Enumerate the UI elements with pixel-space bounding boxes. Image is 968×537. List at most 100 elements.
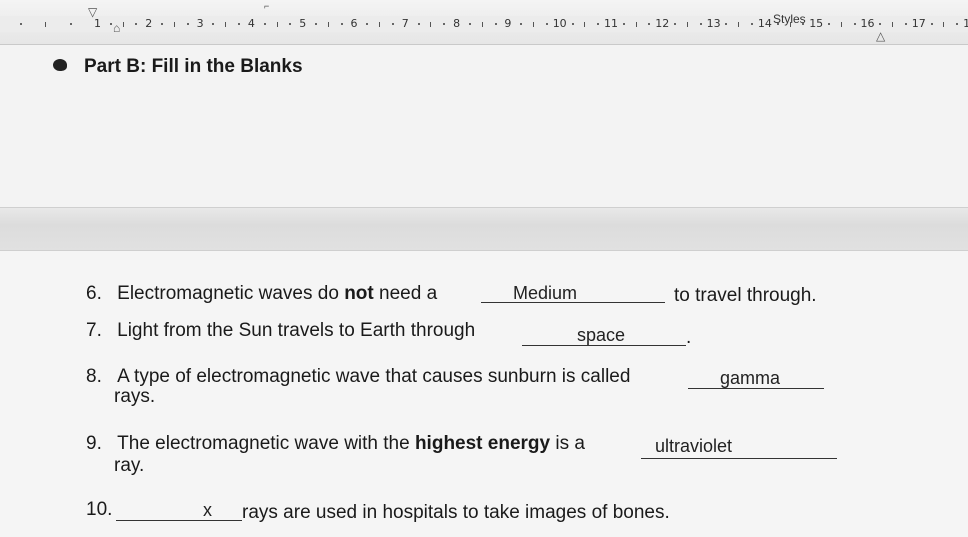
ruler-dot — [699, 23, 702, 25]
ruler-tick — [481, 22, 483, 27]
ruler-dot — [340, 23, 343, 25]
ruler-dot — [776, 23, 779, 25]
ruler-tick — [840, 22, 842, 27]
question-text: . — [686, 327, 692, 348]
ruler-dot — [648, 23, 651, 25]
answer-text[interactable]: gamma — [720, 368, 780, 389]
question-text: to travel through. — [674, 285, 817, 306]
ruler-number: 14 — [757, 17, 772, 30]
question-text: is a — [550, 433, 585, 454]
question-number: 7. — [86, 320, 102, 341]
ruler-dot — [443, 23, 446, 25]
ruler-dot — [520, 23, 523, 25]
ruler-dot — [828, 23, 831, 25]
ruler-number: 5 — [299, 17, 307, 30]
question-number: 6. — [86, 283, 102, 304]
ruler-dot — [751, 23, 754, 25]
answer-text[interactable]: x — [203, 500, 212, 521]
question-text: Light from the Sun travels to Earth thro… — [117, 320, 476, 341]
ruler-dot — [161, 23, 164, 25]
ruler-dot — [956, 23, 959, 25]
ruler-dot — [597, 23, 600, 25]
question-text: ray. — [114, 455, 145, 476]
ruler-dot — [212, 23, 215, 25]
answer-text[interactable]: space — [577, 325, 625, 346]
ruler-dot — [802, 23, 805, 25]
question-number: 10. — [86, 499, 113, 520]
ruler-tick — [225, 22, 227, 27]
ruler-tick — [379, 22, 381, 27]
ruler-number: 13 — [706, 17, 721, 30]
ruler-number: 3 — [196, 17, 204, 30]
question-text: rays are used in hospitals to take image… — [242, 502, 670, 523]
ruler-tick — [430, 22, 432, 27]
question-text: Electromagnetic waves do — [117, 283, 345, 304]
question-text: The electromagnetic wave with the — [117, 433, 415, 454]
ruler-dot — [930, 23, 933, 25]
question-8[interactable]: 8. A type of electromagnetic wave that c… — [86, 366, 630, 388]
ruler-number: 16 — [860, 17, 875, 30]
right-indent-icon[interactable]: △ — [876, 30, 885, 42]
ruler-dot — [263, 23, 266, 25]
ruler-tick — [738, 22, 740, 27]
ruler-tick — [173, 22, 175, 27]
question-9[interactable]: 9. The electromagnetic wave with the hig… — [86, 433, 585, 455]
ruler-number: 11 — [604, 17, 618, 30]
ruler-number: 1 — [94, 17, 101, 30]
ruler-number: 18 — [963, 17, 968, 30]
ruler-dot — [725, 23, 728, 25]
ruler-number: 17 — [911, 17, 926, 30]
ruler-dot — [545, 23, 548, 25]
question-bold-text: not — [344, 283, 374, 304]
question-text: rays. — [114, 386, 156, 407]
ruler-dot — [20, 23, 22, 25]
ruler-dot — [468, 23, 471, 25]
ruler-dot — [366, 23, 369, 25]
ruler-number: 6 — [350, 17, 358, 30]
ruler-dot — [674, 23, 677, 25]
ruler-tick — [327, 22, 329, 27]
ruler-number: 4 — [247, 17, 255, 30]
question-7[interactable]: 7. Light from the Sun travels to Earth t… — [86, 320, 475, 342]
answer-text[interactable]: ultraviolet — [655, 436, 732, 457]
question-bold-text: highest energy — [414, 433, 551, 454]
ruler-tick — [635, 22, 637, 27]
ruler-dot — [186, 23, 189, 25]
ruler-dot — [904, 23, 907, 25]
ruler-tick — [122, 22, 124, 27]
question-text: A type of electromagnetic wave that caus… — [117, 366, 631, 387]
ruler-number: 2 — [145, 17, 153, 30]
ruler-tick — [276, 22, 278, 27]
ruler-tick — [584, 22, 586, 27]
ruler-number: 9 — [504, 17, 512, 30]
bullet-icon — [53, 59, 67, 71]
hanging-indent-icon[interactable]: ⌂ — [113, 22, 120, 34]
ruler-dot — [109, 23, 112, 25]
ruler-dot — [494, 23, 497, 25]
ruler-dot — [135, 23, 138, 25]
question-6[interactable]: 6. Electromagnetic waves do not need a — [86, 283, 437, 305]
answer-text[interactable]: Medium — [513, 283, 577, 304]
ruler-dot — [879, 23, 882, 25]
ruler-dot — [391, 23, 394, 25]
ruler-tick — [45, 22, 46, 27]
ruler-number: 8 — [453, 17, 461, 30]
ruler-dot — [417, 23, 420, 25]
ruler-number: 12 — [655, 17, 670, 30]
ruler-tick — [789, 22, 791, 27]
ruler-dot — [622, 23, 625, 25]
ruler-dot — [70, 23, 72, 25]
ruler-number: 7 — [401, 17, 409, 30]
answer-blank[interactable] — [116, 500, 242, 521]
question-number: 9. — [86, 433, 102, 454]
page-break — [0, 207, 968, 251]
part-title: Part B: Fill in the Blanks — [84, 56, 303, 77]
ruler-dot — [853, 23, 856, 25]
ruler-tick — [943, 22, 945, 27]
tab-stop-icon[interactable]: ⌐ — [264, 0, 269, 12]
question-text: need a — [373, 283, 438, 304]
question-number: 8. — [86, 366, 102, 387]
ruler-number: 10 — [552, 17, 567, 30]
horizontal-ruler[interactable]: ▽ ⌂ △ ⌐ Styles 1 2 3 4 5 6 7 8 9 10 11 12 13 14 15 16 17… — [0, 0, 968, 45]
ruler-dot — [238, 23, 241, 25]
